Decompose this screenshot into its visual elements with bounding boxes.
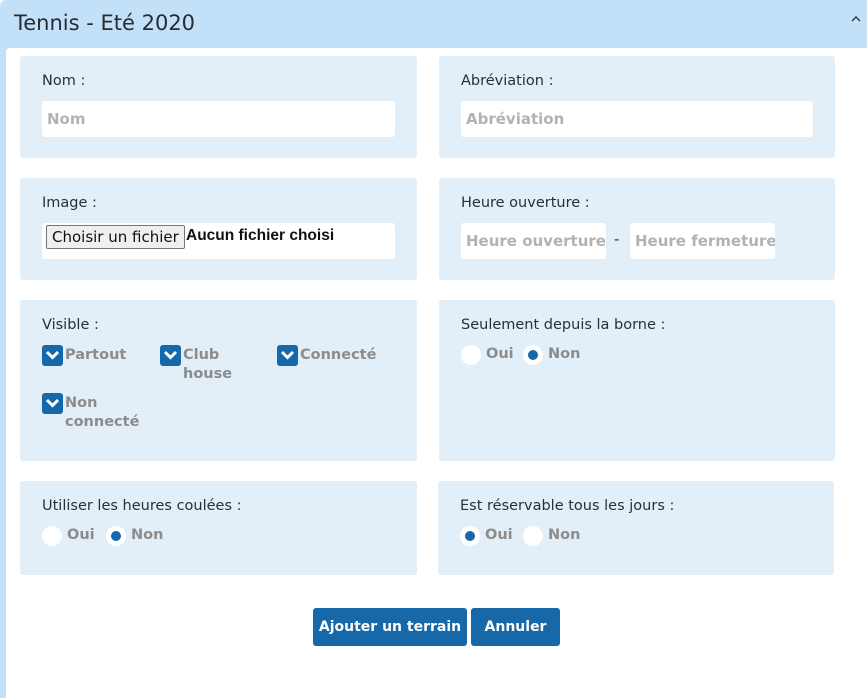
checkbox-label: Club house bbox=[183, 347, 233, 382]
radio-label: Oui bbox=[486, 346, 514, 362]
radio-button-selected bbox=[523, 345, 543, 365]
check-icon bbox=[277, 345, 298, 366]
radio-heures-coulees-oui[interactable]: Oui bbox=[42, 526, 98, 548]
chevron-up-icon[interactable] bbox=[849, 12, 863, 26]
abreviation-card: Abréviation : bbox=[439, 56, 835, 158]
checkbox-label: Non connecté bbox=[65, 395, 140, 430]
nom-label: Nom : bbox=[42, 73, 86, 89]
panel-title: Tennis - Eté 2020 bbox=[14, 11, 196, 35]
radio-button-selected bbox=[460, 526, 480, 546]
visible-label: Visible : bbox=[42, 317, 99, 333]
borne-label: Seulement depuis la borne : bbox=[461, 317, 666, 333]
radio-label: Non bbox=[548, 346, 581, 362]
form-panel: Tennis - Eté 2020 Nom : Abréviation : Im… bbox=[0, 0, 867, 698]
radio-heures-coulees-non[interactable]: Non bbox=[106, 526, 166, 548]
check-icon bbox=[42, 345, 63, 366]
borne-card: Seulement depuis la borne : Oui Non bbox=[439, 300, 835, 461]
visible-card: Visible : Partout Club house Connecté No… bbox=[20, 300, 417, 461]
radio-button-selected bbox=[106, 526, 126, 546]
checkbox-connecte[interactable]: Connecté bbox=[277, 345, 387, 367]
radio-label: Oui bbox=[67, 527, 95, 543]
radio-button bbox=[42, 526, 62, 546]
radio-borne-non[interactable]: Non bbox=[523, 345, 583, 367]
radio-label: Oui bbox=[485, 527, 513, 543]
nom-card: Nom : bbox=[20, 56, 417, 158]
radio-borne-oui[interactable]: Oui bbox=[461, 345, 517, 367]
heure-ouverture-label: Heure ouverture : bbox=[461, 195, 590, 211]
time-separator: - bbox=[614, 231, 620, 248]
heure-ouverture-input[interactable] bbox=[461, 223, 606, 259]
radio-reservable-oui[interactable]: Oui bbox=[460, 526, 516, 548]
abreviation-input[interactable] bbox=[461, 101, 813, 137]
checkbox-partout[interactable]: Partout bbox=[42, 345, 142, 367]
choose-file-button[interactable]: Choisir un fichier bbox=[46, 225, 185, 249]
radio-label: Non bbox=[131, 527, 164, 543]
checkbox-club-house[interactable]: Club house bbox=[160, 345, 240, 387]
radio-button bbox=[461, 345, 481, 365]
cancel-button[interactable]: Annuler bbox=[471, 608, 560, 646]
reservable-card: Est réservable tous les jours : Oui Non bbox=[438, 481, 834, 575]
radio-reservable-non[interactable]: Non bbox=[523, 526, 583, 548]
heures-coulees-label: Utiliser les heures coulées : bbox=[42, 498, 242, 514]
abreviation-label: Abréviation : bbox=[461, 73, 554, 89]
heure-fermeture-input[interactable] bbox=[630, 223, 775, 259]
radio-button bbox=[523, 526, 543, 546]
panel-header[interactable]: Tennis - Eté 2020 bbox=[0, 0, 867, 48]
checkbox-non-connecte[interactable]: Non connecté bbox=[42, 393, 142, 435]
heures-coulees-card: Utiliser les heures coulées : Oui Non bbox=[20, 481, 417, 575]
check-icon bbox=[160, 345, 181, 366]
panel-body: Nom : Abréviation : Image : Choisir un f… bbox=[6, 48, 867, 698]
file-input[interactable]: Choisir un fichier Aucun fichier choisi bbox=[42, 223, 395, 259]
heures-card: Heure ouverture : - bbox=[439, 178, 835, 280]
image-label: Image : bbox=[42, 195, 97, 211]
image-card: Image : Choisir un fichier Aucun fichier… bbox=[20, 178, 417, 280]
checkbox-label: Partout bbox=[65, 347, 127, 363]
reservable-label: Est réservable tous les jours : bbox=[460, 498, 675, 514]
radio-label: Non bbox=[548, 527, 581, 543]
add-court-button[interactable]: Ajouter un terrain bbox=[313, 608, 467, 646]
nom-input[interactable] bbox=[42, 101, 395, 137]
checkbox-label: Connecté bbox=[300, 347, 377, 363]
file-status: Aucun fichier choisi bbox=[186, 227, 335, 244]
check-icon bbox=[42, 393, 63, 414]
